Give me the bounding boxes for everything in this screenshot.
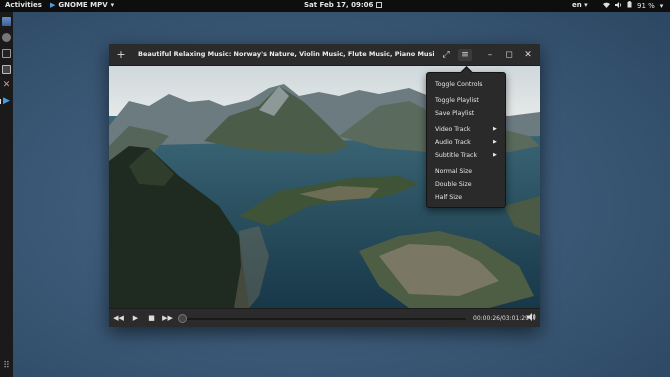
fullscreen-icon[interactable]: ⤢ (440, 49, 452, 61)
menu-item-label: Video Track (435, 126, 471, 133)
activities-button[interactable]: Activities (5, 1, 42, 9)
maximize-icon[interactable]: ◻ (503, 49, 515, 61)
forward-button[interactable]: ▶▶ (162, 313, 173, 324)
stop-button[interactable]: ■ (146, 313, 157, 324)
app-grid-icon[interactable]: ⠿ (2, 362, 11, 371)
add-button[interactable]: + (115, 49, 127, 61)
clock-button[interactable]: Sat Feb 17, 09:06 (304, 1, 383, 9)
minimize-icon[interactable]: – (484, 49, 496, 61)
menu-item-save-playlist[interactable]: Save Playlist (435, 110, 474, 117)
chevron-down-icon: ▾ (659, 1, 664, 10)
menu-item-audio-track[interactable]: Audio Track ▶ (435, 139, 499, 146)
volume-icon (527, 313, 536, 321)
chevron-down-icon: ▾ (584, 1, 588, 9)
chevron-right-icon: ▶ (493, 126, 497, 132)
window-title: Beautiful Relaxing Music: Norway's Natur… (138, 50, 434, 58)
chevron-right-icon: ▶ (493, 139, 497, 145)
dock: ✕ ▶ ⠿ (0, 12, 13, 377)
menu-item-normal-size[interactable]: Normal Size (435, 168, 472, 175)
menu-item-subtitle-track[interactable]: Subtitle Track ▶ (435, 152, 499, 159)
seek-handle[interactable] (178, 314, 187, 323)
menu-item-label: Audio Track (435, 139, 471, 146)
rewind-button[interactable]: ◀◀ (113, 313, 124, 324)
close-icon[interactable]: ✕ (522, 49, 534, 61)
language-label: en (572, 1, 582, 9)
menu-item-video-track[interactable]: Video Track ▶ (435, 126, 499, 133)
play-button[interactable]: ▶ (130, 313, 141, 324)
menu-item-half-size[interactable]: Half Size (435, 194, 462, 201)
chevron-down-icon: ▾ (110, 1, 115, 9)
seek-bar[interactable] (181, 318, 466, 320)
main-menu-popover: Toggle Controls Toggle Playlist Save Pla… (426, 72, 506, 208)
chevron-right-icon: ▶ (493, 152, 497, 158)
battery-icon (627, 1, 632, 10)
notification-icon (376, 2, 383, 8)
menu-item-label: Subtitle Track (435, 152, 478, 159)
volume-button[interactable] (526, 313, 537, 324)
top-bar: Activities ▶ GNOME MPV ▾ Sat Feb 17, 09:… (0, 0, 670, 12)
playback-controls: ◀◀ ▶ ■ ▶▶ 00:00:26/03:01:29 (109, 308, 540, 327)
app-menu-button[interactable]: ▶ GNOME MPV ▾ (50, 1, 114, 9)
wifi-icon (603, 2, 610, 10)
terminal-icon[interactable] (2, 49, 11, 58)
files-icon[interactable] (2, 17, 11, 26)
time-label: 00:00:26/03:01:29 (473, 315, 529, 322)
volume-icon (615, 1, 622, 10)
app-name: GNOME MPV (58, 1, 108, 9)
menu-item-double-size[interactable]: Double Size (435, 181, 472, 188)
keyboard-layout-button[interactable]: en ▾ (572, 1, 588, 9)
menu-item-toggle-controls[interactable]: Toggle Controls (435, 81, 482, 88)
gnome-mpv-icon[interactable]: ▶ (0, 97, 11, 106)
settings-icon[interactable] (2, 33, 11, 42)
text-editor-icon[interactable] (2, 65, 11, 74)
title-bar: + Beautiful Relaxing Music: Norway's Nat… (109, 44, 540, 66)
clock-label: Sat Feb 17, 09:06 (304, 1, 374, 9)
battery-label: 91 % (637, 1, 655, 10)
hamburger-menu-icon[interactable]: ≡ (458, 49, 472, 61)
gnome-mpv-icon: ▶ (50, 1, 56, 9)
system-menu-button[interactable]: 91 % ▾ (603, 1, 663, 10)
tools-icon[interactable]: ✕ (2, 81, 11, 90)
menu-item-toggle-playlist[interactable]: Toggle Playlist (435, 97, 479, 104)
